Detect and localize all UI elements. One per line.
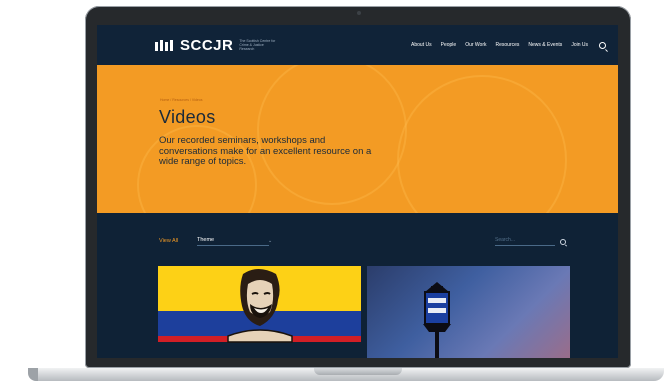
- camera-icon: [357, 11, 361, 15]
- laptop-mockup: SCCJR The Scottish Centre for Crime & Ju…: [0, 0, 664, 385]
- logo-text: SCCJR: [180, 36, 234, 54]
- decorative-circle: [397, 75, 567, 213]
- theme-select[interactable]: Theme: [197, 237, 269, 246]
- page-title: Videos: [159, 107, 216, 127]
- site-logo[interactable]: SCCJR The Scottish Centre for Crime & Ju…: [155, 37, 275, 54]
- nav-item-people[interactable]: People: [441, 42, 457, 48]
- main-nav: About Us People Our Work Resources News …: [411, 41, 606, 49]
- view-all-link[interactable]: View All: [159, 238, 178, 244]
- chevron-down-icon: ⌄: [268, 238, 273, 244]
- page-description: Our recorded seminars, workshops and con…: [159, 135, 372, 167]
- site-header: SCCJR The Scottish Centre for Crime & Ju…: [97, 25, 618, 65]
- portrait-image: [227, 269, 293, 343]
- logo-subtitle: The Scottish Centre for Crime & Justice …: [239, 39, 276, 51]
- filter-bar: View All Theme ⌄ Search...: [97, 213, 618, 261]
- search-icon[interactable]: [599, 41, 606, 49]
- nav-item-about-us[interactable]: About Us: [411, 42, 432, 48]
- laptop-notch: [314, 368, 402, 375]
- video-card-thumbnail[interactable]: [158, 266, 361, 358]
- nav-item-news-events[interactable]: News & Events: [528, 42, 562, 48]
- nav-item-resources[interactable]: Resources: [496, 42, 520, 48]
- search-input[interactable]: Search...: [495, 237, 555, 246]
- police-lamp-image: [423, 282, 451, 358]
- laptop-base-edge: [28, 368, 38, 381]
- search-button-icon[interactable]: [560, 239, 566, 245]
- nav-item-our-work[interactable]: Our Work: [465, 42, 486, 48]
- breadcrumb[interactable]: Home / Resources / Videos: [160, 98, 203, 102]
- logo-bars-icon: [155, 39, 173, 51]
- video-card-thumbnail[interactable]: [367, 266, 570, 358]
- hero-banner: Home / Resources / Videos Videos Our rec…: [97, 65, 618, 213]
- nav-item-join-us[interactable]: Join Us: [571, 42, 588, 48]
- laptop-screen: SCCJR The Scottish Centre for Crime & Ju…: [97, 25, 618, 358]
